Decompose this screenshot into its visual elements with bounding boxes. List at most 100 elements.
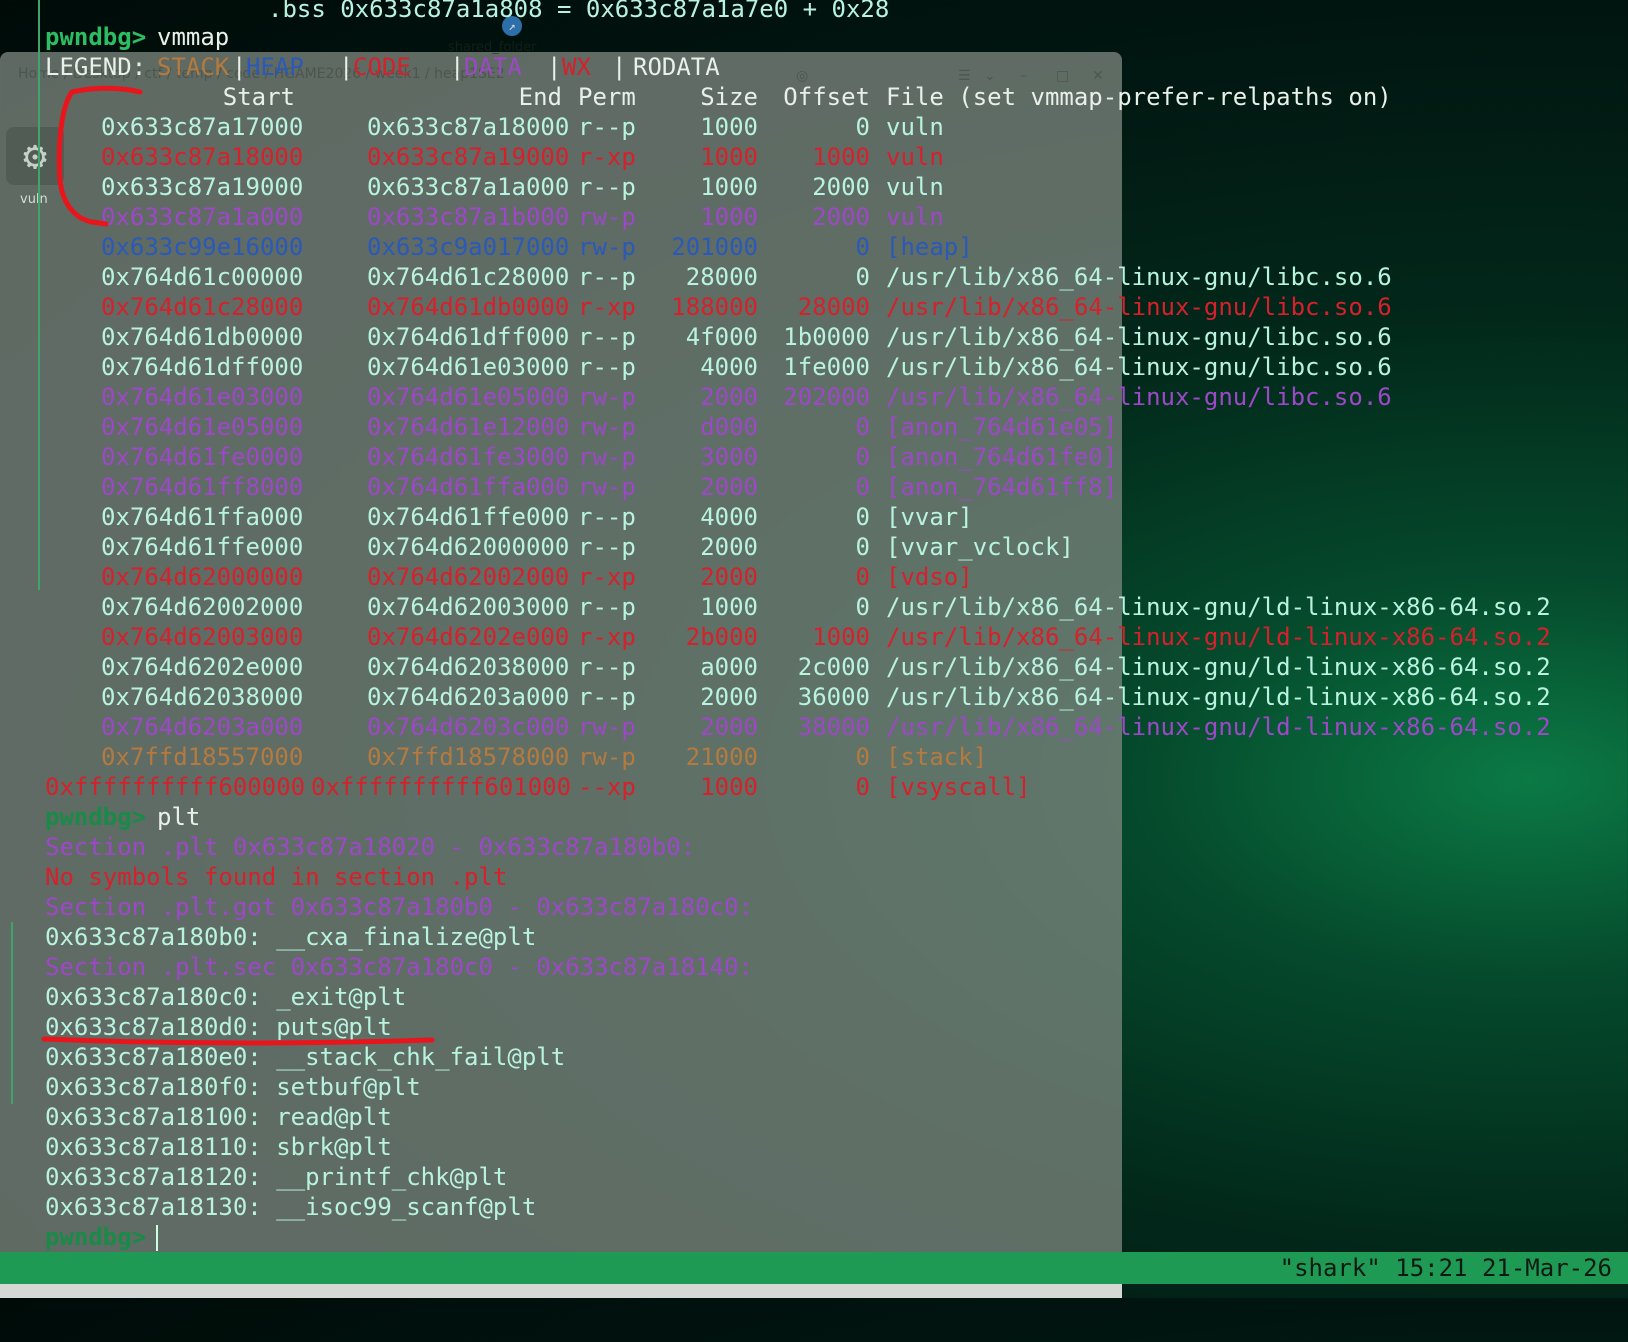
prompt: pwndbg>: [45, 23, 147, 51]
vmmap-cell-file: /usr/lib/x86_64-linux-gnu/ld-linux-x86-6…: [886, 653, 1551, 681]
header-end: End: [518, 83, 562, 111]
vmmap-cell-file: /usr/lib/x86_64-linux-gnu/ld-linux-x86-6…: [886, 623, 1551, 651]
vmmap-cell-start: 0x764d62000000: [101, 563, 304, 591]
vmmap-cell-file: vuln: [886, 143, 944, 171]
vmmap-cell-start: 0x764d61ffa000: [101, 503, 304, 531]
vmmap-cell-file: [stack]: [886, 743, 988, 771]
vmmap-cell-size: a000: [700, 653, 758, 681]
vmmap-cell-perm: rw-p: [578, 233, 636, 261]
vmmap-cell-start: 0x633c87a1a000: [101, 203, 304, 231]
vmmap-cell-size: 2000: [700, 713, 758, 741]
vmmap-cell-start: 0x764d61e05000: [101, 413, 304, 441]
legend-separator: |: [547, 53, 562, 81]
vmmap-cell-size: 4000: [700, 503, 758, 531]
vmmap-cell-offset: 0: [855, 743, 870, 771]
vmmap-cell-perm: rw-p: [578, 413, 636, 441]
vmmap-cell-perm: r--p: [578, 113, 636, 141]
vmmap-cell-offset: 0: [855, 413, 870, 441]
vmmap-cell-start: 0x764d62002000: [101, 593, 304, 621]
vmmap-cell-start: 0x633c87a18000: [101, 143, 304, 171]
vmmap-cell-end: 0x764d61dff000: [367, 323, 570, 351]
pane-divider: [11, 922, 13, 1104]
vmmap-cell-offset: 202000: [783, 383, 870, 411]
vmmap-cell-end: 0x764d61e05000: [367, 383, 570, 411]
vmmap-cell-end: 0x764d61c28000: [367, 263, 570, 291]
terminal-line: .bss 0x633c87a1a808 = 0x633c87a1a7e0 + 0…: [0, 0, 889, 24]
vmmap-cell-start: 0x764d61db0000: [101, 323, 304, 351]
vmmap-cell-size: 4f000: [685, 323, 758, 351]
vmmap-cell-start: 0x764d61c28000: [101, 293, 304, 321]
vmmap-cell-start: 0x7ffd18557000: [101, 743, 304, 771]
prompt-line: pwndbg> plt: [0, 802, 200, 832]
vmmap-cell-start: 0x764d61dff000: [101, 353, 304, 381]
vmmap-cell-offset: 0: [855, 263, 870, 291]
vmmap-cell-start: 0xffffffffff600000: [45, 773, 306, 801]
status-text: "shark" 15:21 21-Mar-26: [1279, 1254, 1612, 1282]
vmmap-cell-file: /usr/lib/x86_64-linux-gnu/libc.so.6: [886, 353, 1392, 381]
vmmap-cell-perm: r--p: [578, 533, 636, 561]
legend-item: HEAP: [246, 53, 304, 81]
vmmap-cell-offset: 0: [855, 773, 870, 801]
command-text: plt: [157, 803, 201, 831]
legend-item: WX: [562, 53, 591, 81]
vmmap-cell-file: [vvar]: [886, 503, 973, 531]
vmmap-cell-perm: r--p: [578, 503, 636, 531]
vmmap-cell-offset: 0: [855, 533, 870, 561]
vmmap-cell-end: 0x7ffd18578000: [367, 743, 570, 771]
vmmap-cell-end: 0x764d62000000: [367, 533, 570, 561]
tmux-status-bar: "shark" 15:21 21-Mar-26: [0, 1252, 1628, 1284]
legend-separator: |: [612, 53, 627, 81]
vmmap-cell-file: [vsyscall]: [886, 773, 1031, 801]
legend-item: RODATA: [633, 53, 720, 81]
vmmap-cell-file: vuln: [886, 203, 944, 231]
vmmap-cell-start: 0x633c87a19000: [101, 173, 304, 201]
legend-separator: |: [232, 53, 247, 81]
legend-line: LEGEND: STACK HEAP CODE DATA WX RODATA | | | | |: [0, 52, 720, 82]
vmmap-cell-size: 1000: [700, 773, 758, 801]
vmmap-cell-size: 2b000: [685, 623, 758, 651]
prompt: pwndbg>: [45, 803, 147, 831]
plt-line-text: 0x633c87a18130: __isoc99_scanf@plt: [45, 1193, 537, 1221]
plt-line-text: 0x633c87a180d0: puts@plt: [45, 1013, 392, 1041]
vmmap-cell-end: 0x764d61ffa000: [367, 473, 570, 501]
vmmap-cell-size: 4000: [700, 353, 758, 381]
vmmap-cell-offset: 0: [855, 593, 870, 621]
vmmap-cell-perm: rw-p: [578, 473, 636, 501]
header-file: File (set vmmap-prefer-relpaths on): [886, 83, 1392, 111]
vmmap-cell-file: /usr/lib/x86_64-linux-gnu/libc.so.6: [886, 293, 1392, 321]
vmmap-cell-perm: rw-p: [578, 383, 636, 411]
plt-line-text: Section .plt 0x633c87a18020 - 0x633c87a1…: [45, 833, 696, 861]
vmmap-cell-offset: 36000: [797, 683, 870, 711]
vmmap-cell-file: vuln: [886, 113, 944, 141]
vmmap-cell-end: 0x764d62002000: [367, 563, 570, 591]
vmmap-cell-offset: 0: [855, 443, 870, 471]
vmmap-cell-start: 0x764d6202e000: [101, 653, 304, 681]
vmmap-cell-offset: 38000: [797, 713, 870, 741]
terminal-pane[interactable]: .bss 0x633c87a1a808 = 0x633c87a1a7e0 + 0…: [0, 0, 1628, 1252]
vmmap-cell-offset: 0: [855, 503, 870, 531]
vmmap-cell-end: 0x633c87a18000: [367, 113, 570, 141]
vmmap-cell-size: 1000: [700, 113, 758, 141]
vmmap-cell-end: 0x764d61db0000: [367, 293, 570, 321]
vmmap-cell-end: 0x764d62003000: [367, 593, 570, 621]
vmmap-cell-offset: 0: [855, 113, 870, 141]
vmmap-cell-start: 0x764d61ff8000: [101, 473, 304, 501]
vmmap-cell-size: 2000: [700, 683, 758, 711]
vmmap-cell-offset: 28000: [797, 293, 870, 321]
vmmap-cell-file: /usr/lib/x86_64-linux-gnu/ld-linux-x86-6…: [886, 683, 1551, 711]
window-bottom-edge: [0, 1284, 1122, 1298]
vmmap-cell-size: 2000: [700, 473, 758, 501]
vmmap-cell-size: 2000: [700, 563, 758, 591]
vmmap-cell-file: [vvar_vclock]: [886, 533, 1074, 561]
vmmap-cell-end: 0x633c87a1a000: [367, 173, 570, 201]
vmmap-cell-size: 1000: [700, 173, 758, 201]
vmmap-cell-file: /usr/lib/x86_64-linux-gnu/libc.so.6: [886, 323, 1392, 351]
vmmap-cell-end: 0x764d61e03000: [367, 353, 570, 381]
header-perm: Perm: [578, 83, 636, 111]
vmmap-cell-offset: 0: [855, 563, 870, 591]
prompt-line: pwndbg> vmmap: [0, 22, 229, 52]
vmmap-cell-start: 0x764d61fe0000: [101, 443, 304, 471]
prompt-line[interactable]: pwndbg>: [0, 1222, 158, 1252]
vmmap-cell-end: 0x633c9a017000: [367, 233, 570, 261]
legend-item: CODE: [353, 53, 411, 81]
